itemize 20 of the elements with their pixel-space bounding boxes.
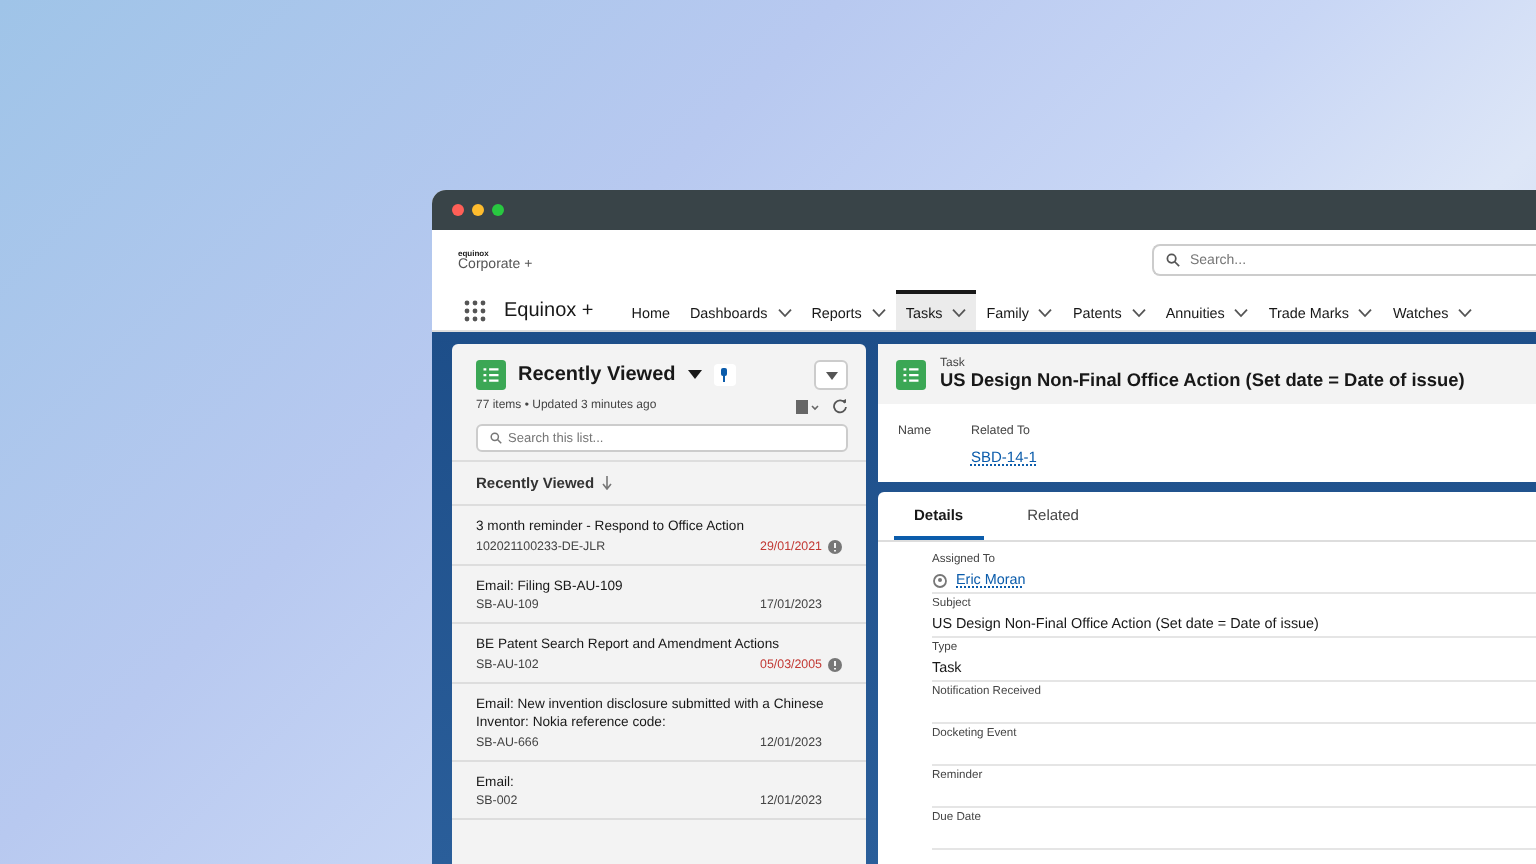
minimize-button[interactable]	[472, 204, 484, 216]
pin-icon	[720, 368, 729, 382]
warning-icon	[828, 539, 842, 554]
caret-icon[interactable]	[687, 370, 702, 380]
pin-button[interactable]	[713, 364, 736, 386]
refresh-icon[interactable]	[832, 398, 848, 414]
user-avatar-icon	[932, 571, 948, 587]
list-view-title[interactable]: Recently Viewed	[518, 364, 676, 386]
close-button[interactable]	[452, 204, 464, 216]
maximize-button[interactable]	[492, 204, 504, 216]
task-list-icon	[896, 359, 926, 389]
warning-icon	[828, 657, 842, 672]
list-menu-button[interactable]	[814, 360, 848, 390]
table-view-icon[interactable]	[796, 399, 820, 413]
app-launcher-icon[interactable]	[464, 299, 486, 321]
app-name: Equinox +	[504, 299, 594, 321]
record-title: US Design Non-Final Office Action (Set date = Date of issue)	[940, 370, 1465, 390]
task-list-icon	[476, 360, 506, 390]
caret-icon	[825, 371, 837, 379]
sort-arrow-icon[interactable]	[602, 476, 613, 490]
